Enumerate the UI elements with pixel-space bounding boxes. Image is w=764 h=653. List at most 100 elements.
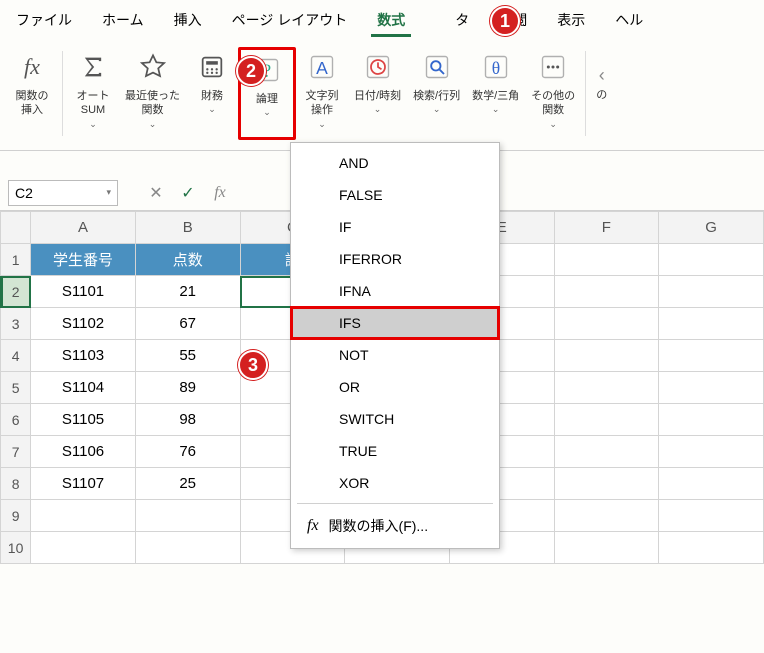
row-header[interactable]: 6 — [1, 404, 31, 436]
fx-icon: fx — [12, 47, 52, 87]
row-header[interactable]: 2 — [1, 276, 31, 308]
datetime-label: 日付/時刻 — [354, 89, 401, 103]
cell[interactable] — [554, 276, 659, 308]
math-trig-button[interactable]: θ 数学/三角 ⌄ — [466, 47, 525, 140]
more-functions-button[interactable]: その他の 関数 ⌄ — [525, 47, 581, 140]
col-header[interactable]: F — [554, 212, 659, 244]
cell[interactable] — [659, 244, 764, 276]
row-header[interactable]: 9 — [1, 500, 31, 532]
insert-function-button[interactable]: fx 関数の 挿入 — [6, 47, 58, 140]
ribbon-nav-button[interactable]: ‹ の — [590, 47, 613, 140]
cell[interactable] — [659, 340, 764, 372]
row-header[interactable]: 7 — [1, 436, 31, 468]
menu-item-xor[interactable]: XOR — [291, 467, 499, 499]
cell[interactable] — [659, 500, 764, 532]
cell[interactable]: S1106 — [31, 436, 136, 468]
cell[interactable] — [31, 500, 136, 532]
chevron-down-icon: ⌄ — [374, 104, 382, 115]
menu-item-ifna[interactable]: IFNA — [291, 275, 499, 307]
menu-item-or[interactable]: OR — [291, 371, 499, 403]
datetime-button[interactable]: 日付/時刻 ⌄ — [348, 47, 407, 140]
recent-label: 最近使った 関数 — [125, 89, 180, 118]
menu-item-insert-function[interactable]: fx 関数の挿入(F)... — [291, 508, 499, 544]
tab-data[interactable]: タ — [449, 6, 475, 37]
clock-icon — [358, 47, 398, 87]
nav-label: の — [596, 88, 607, 102]
cell[interactable]: 55 — [135, 340, 240, 372]
cell[interactable]: S1107 — [31, 468, 136, 500]
cell[interactable]: 21 — [135, 276, 240, 308]
cell[interactable]: 25 — [135, 468, 240, 500]
cell[interactable]: 98 — [135, 404, 240, 436]
col-header[interactable]: B — [135, 212, 240, 244]
cell[interactable] — [554, 532, 659, 564]
cell[interactable]: S1104 — [31, 372, 136, 404]
row-header[interactable]: 8 — [1, 468, 31, 500]
financial-button[interactable]: 財務 ⌄ — [186, 47, 238, 140]
cell[interactable] — [554, 340, 659, 372]
select-all-corner[interactable] — [1, 212, 31, 244]
cell[interactable]: 76 — [135, 436, 240, 468]
autosum-button[interactable]: オート SUM ⌄ — [67, 47, 119, 140]
col-header[interactable]: G — [659, 212, 764, 244]
menu-item-and[interactable]: AND — [291, 147, 499, 179]
name-box[interactable]: C2 ▾ — [8, 180, 118, 206]
cell[interactable] — [554, 436, 659, 468]
cell[interactable]: S1102 — [31, 308, 136, 340]
menu-item-if[interactable]: IF — [291, 211, 499, 243]
menu-item-iferror[interactable]: IFERROR — [291, 243, 499, 275]
text-functions-button[interactable]: A 文字列 操作 ⌄ — [296, 47, 348, 140]
cell[interactable]: S1101 — [31, 276, 136, 308]
fx-icon: fx — [307, 517, 319, 535]
chevron-down-icon[interactable]: ▾ — [106, 187, 111, 198]
cell[interactable] — [659, 308, 764, 340]
cell[interactable] — [31, 532, 136, 564]
cell[interactable] — [659, 372, 764, 404]
cell[interactable] — [554, 244, 659, 276]
lookup-button[interactable]: 検索/行列 ⌄ — [407, 47, 466, 140]
cell[interactable]: 89 — [135, 372, 240, 404]
cell[interactable] — [554, 468, 659, 500]
cell[interactable]: 学生番号 — [31, 244, 136, 276]
menu-item-false[interactable]: FALSE — [291, 179, 499, 211]
tab-insert[interactable]: 挿入 — [168, 6, 208, 37]
tab-view[interactable]: 表示 — [551, 6, 591, 37]
tab-file[interactable]: ファイル — [10, 6, 78, 37]
cell[interactable] — [135, 532, 240, 564]
cell[interactable] — [135, 500, 240, 532]
chevron-left-icon: ‹ — [599, 65, 605, 86]
cell[interactable] — [659, 532, 764, 564]
tab-formulas[interactable]: 数式 — [371, 6, 411, 37]
letter-a-icon: A — [302, 47, 342, 87]
recent-functions-button[interactable]: 最近使った 関数 ⌄ — [119, 47, 186, 140]
menu-item-switch[interactable]: SWITCH — [291, 403, 499, 435]
cell[interactable] — [554, 500, 659, 532]
cell[interactable] — [659, 436, 764, 468]
cancel-formula-button[interactable]: ✕ — [144, 183, 168, 203]
menu-item-not[interactable]: NOT — [291, 339, 499, 371]
row-header[interactable]: 1 — [1, 244, 31, 276]
col-header[interactable]: A — [31, 212, 136, 244]
cell[interactable]: S1103 — [31, 340, 136, 372]
row-header[interactable]: 3 — [1, 308, 31, 340]
cell[interactable] — [659, 404, 764, 436]
chevron-down-icon: ⌄ — [89, 119, 97, 130]
cell[interactable] — [554, 404, 659, 436]
cell[interactable] — [554, 308, 659, 340]
menu-item-ifs[interactable]: IFS — [291, 307, 499, 339]
enter-formula-button[interactable]: ✓ — [176, 183, 200, 203]
tab-home[interactable]: ホーム — [96, 6, 150, 37]
tab-pagelayout[interactable]: ページ レイアウト — [226, 6, 354, 37]
cell[interactable] — [659, 276, 764, 308]
cell[interactable] — [554, 372, 659, 404]
cell[interactable] — [659, 468, 764, 500]
row-header[interactable]: 10 — [1, 532, 31, 564]
cell[interactable]: S1105 — [31, 404, 136, 436]
cell[interactable]: 67 — [135, 308, 240, 340]
cell[interactable]: 点数 — [135, 244, 240, 276]
row-header[interactable]: 4 — [1, 340, 31, 372]
menu-item-true[interactable]: TRUE — [291, 435, 499, 467]
tab-help[interactable]: ヘル — [609, 6, 649, 37]
fx-formula-button[interactable]: fx — [208, 184, 232, 202]
row-header[interactable]: 5 — [1, 372, 31, 404]
